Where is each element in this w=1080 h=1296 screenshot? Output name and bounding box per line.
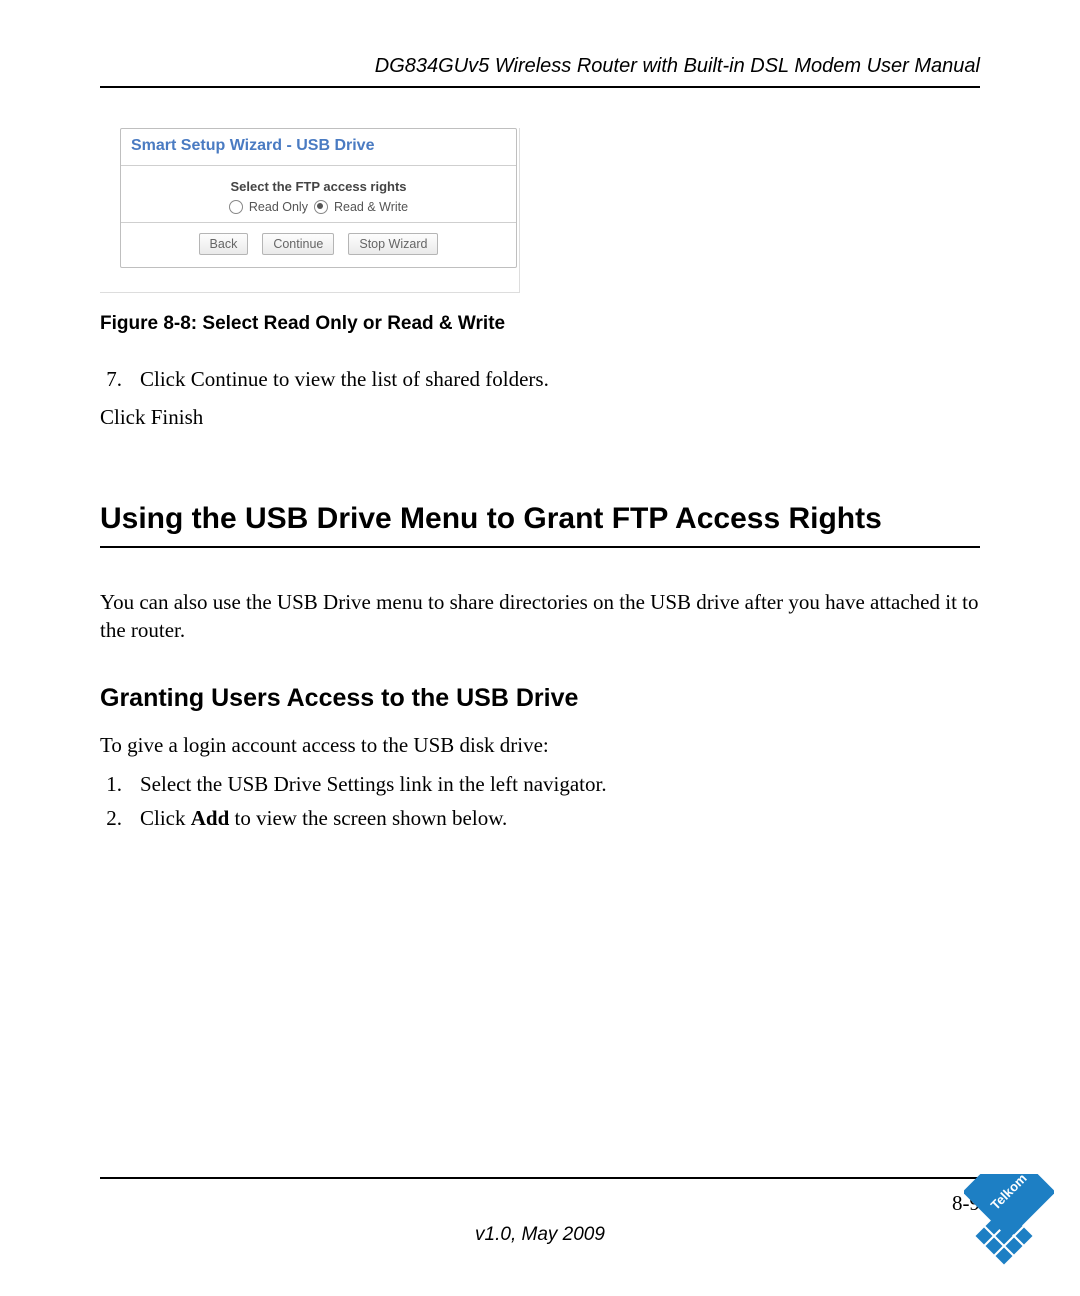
setup-wizard-panel: Smart Setup Wizard - USB Drive Select th… xyxy=(120,128,517,268)
step-text: Select the USB Drive Settings link in th… xyxy=(140,770,607,798)
telkom-logo: Telkom xyxy=(964,1174,1054,1274)
telkom-logo-icon: Telkom xyxy=(964,1174,1054,1274)
read-write-radio[interactable] xyxy=(314,200,328,214)
list-item: 7. Click Continue to view the list of sh… xyxy=(100,365,980,393)
wizard-prompt: Select the FTP access rights xyxy=(230,179,406,194)
step2-suffix: to view the screen shown below. xyxy=(229,806,507,830)
section-intro: You can also use the USB Drive menu to s… xyxy=(100,588,980,645)
footer-rule xyxy=(100,1177,980,1179)
step-text: Click Continue to view the list of share… xyxy=(140,365,549,393)
step-list-access: 1. Select the USB Drive Settings link in… xyxy=(100,770,980,833)
back-button[interactable]: Back xyxy=(199,233,249,255)
wizard-buttons: Back Continue Stop Wizard xyxy=(121,223,516,267)
read-only-radio[interactable] xyxy=(229,200,243,214)
wizard-radio-group: Read Only Read & Write xyxy=(121,200,516,214)
wizard-screenshot-wrap: Smart Setup Wizard - USB Drive Select th… xyxy=(100,128,520,293)
step-number: 7. xyxy=(100,365,122,393)
step2-bold: Add xyxy=(191,806,230,830)
header-rule xyxy=(100,86,980,88)
continue-button[interactable]: Continue xyxy=(262,233,334,255)
read-only-label: Read Only xyxy=(249,200,308,214)
section-heading: Using the USB Drive Menu to Grant FTP Ac… xyxy=(100,502,980,548)
subsection-intro: To give a login account access to the US… xyxy=(100,731,980,759)
subsection-heading: Granting Users Access to the USB Drive xyxy=(100,684,980,713)
step-text: Click Add to view the screen shown below… xyxy=(140,804,507,832)
click-finish-text: Click Finish xyxy=(100,403,980,431)
read-write-label: Read & Write xyxy=(334,200,408,214)
list-item: 2. Click Add to view the screen shown be… xyxy=(100,804,980,832)
version-text: v1.0, May 2009 xyxy=(100,1224,980,1246)
page-content: Smart Setup Wizard - USB Drive Select th… xyxy=(100,128,980,832)
wizard-title: Smart Setup Wizard - USB Drive xyxy=(121,129,516,166)
stop-wizard-button[interactable]: Stop Wizard xyxy=(348,233,438,255)
page-footer: 8-9 v1.0, May 2009 xyxy=(100,1177,980,1246)
step2-prefix: Click xyxy=(140,806,191,830)
running-header: DG834GUv5 Wireless Router with Built-in … xyxy=(100,55,980,78)
wizard-body: Select the FTP access rights Read Only R… xyxy=(121,166,516,223)
step-number: 1. xyxy=(100,770,122,798)
step-number: 2. xyxy=(100,804,122,832)
step-list-7: 7. Click Continue to view the list of sh… xyxy=(100,365,980,393)
page-number: 8-9 xyxy=(100,1191,980,1216)
figure-caption: Figure 8-8: Select Read Only or Read & W… xyxy=(100,313,980,335)
list-item: 1. Select the USB Drive Settings link in… xyxy=(100,770,980,798)
